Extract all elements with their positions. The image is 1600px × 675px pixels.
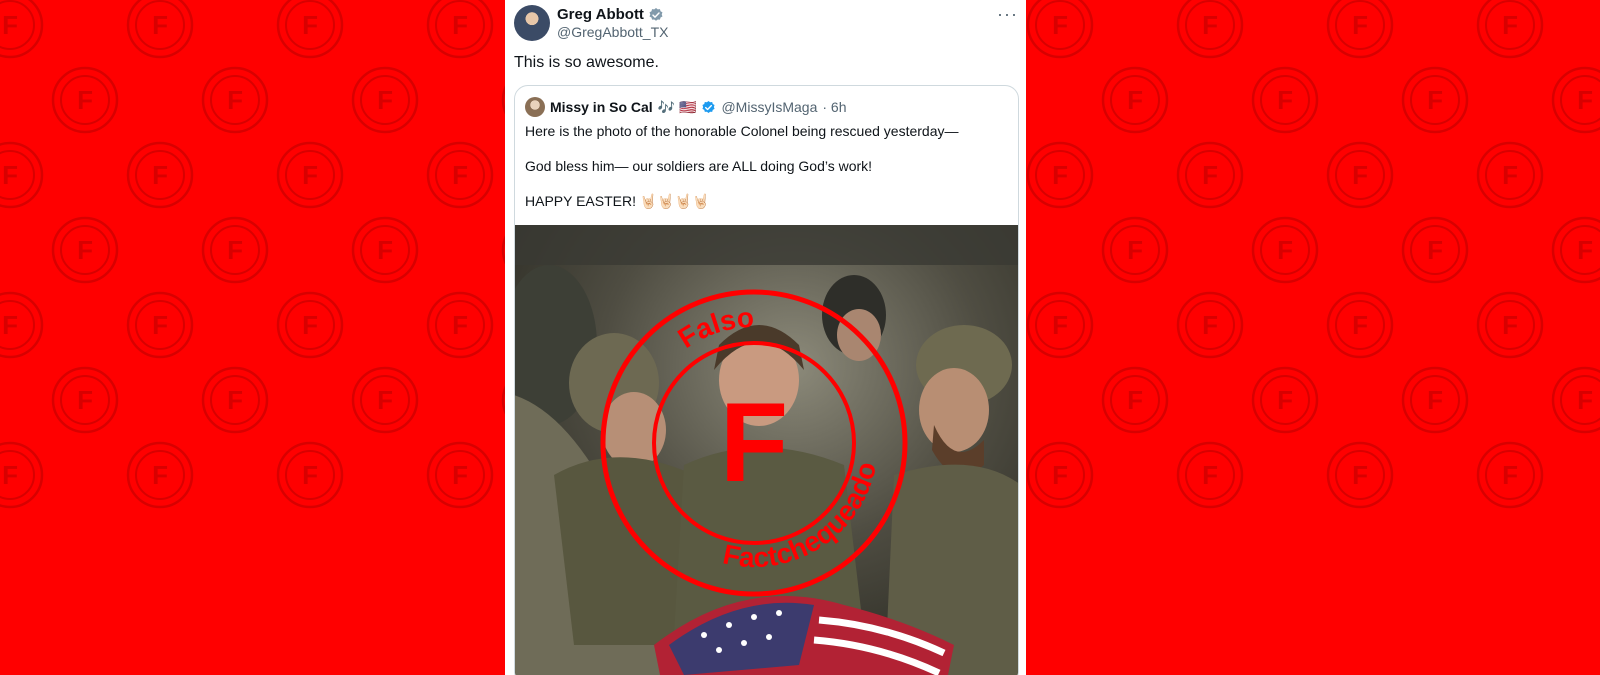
watermark-logo-icon (351, 66, 419, 134)
watermark-logo-icon (276, 141, 344, 209)
watermark-logo-icon (1251, 66, 1319, 134)
watermark-logo-icon (351, 366, 419, 434)
watermark-logo-icon (1176, 0, 1244, 59)
watermark-logo-icon (1476, 141, 1544, 209)
watermark-logo-icon (276, 441, 344, 509)
watermark-logo-icon (51, 366, 119, 434)
watermark-logo-icon (1101, 216, 1169, 284)
watermark-logo-icon (201, 366, 269, 434)
watermark-logo-icon (426, 291, 494, 359)
watermark-logo-icon (201, 66, 269, 134)
watermark-logo-icon (1401, 366, 1469, 434)
tweet-text: This is so awesome. (514, 54, 659, 71)
watermark-logo-icon (1551, 216, 1600, 284)
watermark-logo-icon (1176, 141, 1244, 209)
more-options-icon[interactable]: ··· (997, 4, 1018, 25)
watermark-logo-icon (1476, 0, 1544, 59)
watermark-logo-icon (1326, 0, 1394, 59)
watermark-logo-icon (126, 141, 194, 209)
watermark-logo-icon (126, 291, 194, 359)
watermark-logo-icon (1326, 141, 1394, 209)
watermark-logo-icon (426, 441, 494, 509)
watermark-logo-icon (276, 0, 344, 59)
quoted-author-emojis: 🎶 🇺🇸 (657, 98, 697, 115)
watermark-logo-icon (0, 441, 44, 509)
watermark-logo-icon (1251, 366, 1319, 434)
quoted-author-handle[interactable]: @MissyIsMaga (721, 99, 817, 115)
falso-factchequeado-stamp: Falso Factchequeado F (600, 289, 908, 597)
watermark-logo-icon (126, 441, 194, 509)
quoted-text-line-3: HAPPY EASTER! 🤘🏻🤘🏻🤘🏻🤘🏻 (525, 193, 710, 209)
author-name-text: Greg Abbott (557, 6, 644, 23)
watermark-logo-icon (1026, 291, 1094, 359)
watermark-logo-icon (1026, 141, 1094, 209)
watermark-logo-icon (0, 141, 44, 209)
watermark-logo-icon (1551, 66, 1600, 134)
quoted-timestamp[interactable]: · 6h (822, 99, 846, 115)
watermark-logo-icon (1401, 216, 1469, 284)
watermark-logo-icon (1026, 0, 1094, 59)
watermark-logo-icon (1476, 291, 1544, 359)
author-name[interactable]: Greg Abbott (557, 6, 664, 23)
quoted-text-line-2: God bless him— our soldiers are ALL doin… (525, 158, 873, 174)
watermark-logo-icon (1251, 216, 1319, 284)
quoted-author-name[interactable]: Missy in So Cal (550, 99, 653, 115)
watermark-logo-icon (51, 216, 119, 284)
watermark-logo-icon (1326, 441, 1394, 509)
watermark-logo-icon (1176, 441, 1244, 509)
quoted-tweet-header: Missy in So Cal 🎶 🇺🇸 @MissyIsMaga · 6h (525, 97, 847, 117)
watermark-logo-icon (351, 216, 419, 284)
watermark-logo-icon (1476, 441, 1544, 509)
watermark-logo-icon (1101, 66, 1169, 134)
watermark-logo-icon (51, 66, 119, 134)
watermark-logo-icon (1551, 366, 1600, 434)
watermark-logo-icon (1176, 291, 1244, 359)
quoted-text-line-1: Here is the photo of the honorable Colon… (525, 123, 959, 139)
watermark-logo-icon (1326, 291, 1394, 359)
stamp-letter: F (720, 380, 788, 505)
watermark-logo-icon (1101, 366, 1169, 434)
quoted-author-avatar[interactable] (525, 97, 545, 117)
watermark-logo-icon (1026, 441, 1094, 509)
watermark-logo-icon (0, 0, 44, 59)
watermark-logo-icon (126, 0, 194, 59)
author-handle[interactable]: @GregAbbott_TX (557, 24, 669, 40)
watermark-logo-icon (201, 216, 269, 284)
watermark-logo-icon (276, 291, 344, 359)
blue-verified-icon (702, 100, 716, 113)
watermark-logo-icon (426, 0, 494, 59)
gray-verified-icon (649, 7, 663, 21)
watermark-logo-icon (0, 291, 44, 359)
watermark-logo-icon (1401, 66, 1469, 134)
watermark-logo-icon (426, 141, 494, 209)
author-avatar[interactable] (514, 5, 550, 41)
